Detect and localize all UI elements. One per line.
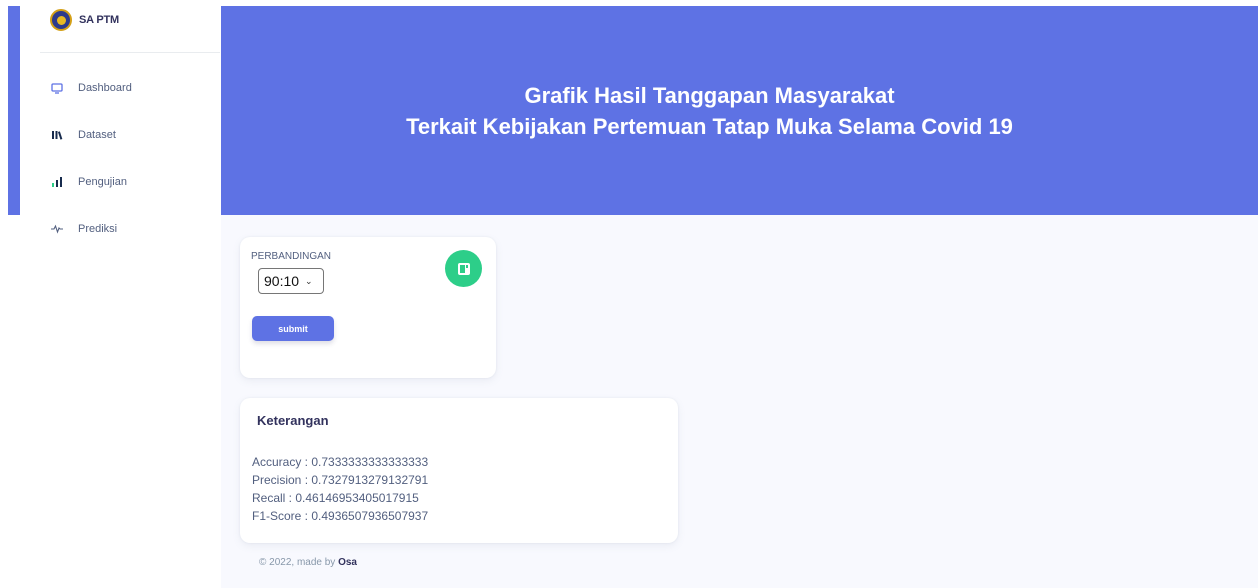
recall-value: Recall : 0.46146953405017915: [252, 491, 419, 505]
footer: © 2022, made by Osa: [259, 557, 357, 568]
page-header: Grafik Hasil Tanggapan Masyarakat Terkai…: [221, 6, 1258, 215]
bar-chart-icon: [50, 177, 64, 187]
ratio-select-value: 90:10: [264, 273, 300, 289]
brand-name: SA PTM: [79, 14, 119, 26]
sidebar-item-label: Dataset: [78, 129, 116, 141]
document-icon: [445, 250, 482, 287]
precision-value: Precision : 0.7327913279132791: [252, 473, 429, 487]
comparison-label: PERBANDINGAN: [251, 251, 332, 262]
brand[interactable]: SA PTM: [50, 9, 119, 31]
comparison-form-card: PERBANDINGAN 90:10 ⌄ submit: [240, 237, 496, 378]
sidebar-nav: Dashboard Dataset Pengujian Prediksi: [20, 78, 221, 266]
ratio-select[interactable]: 90:10 ⌄: [258, 268, 324, 294]
main-content: PERBANDINGAN 90:10 ⌄ submit Keterangan A…: [221, 215, 1258, 588]
page-title: Grafik Hasil Tanggapan Masyarakat Terkai…: [221, 80, 1258, 142]
metrics-list: Accuracy : 0.7333333333333333 Precision …: [252, 453, 428, 525]
sidebar-item-dataset[interactable]: Dataset: [20, 125, 221, 145]
sidebar-item-prediksi[interactable]: Prediksi: [20, 219, 221, 239]
footer-author[interactable]: Osa: [338, 557, 357, 568]
footer-copyright: © 2022, made by: [259, 557, 336, 568]
chevron-down-icon: ⌄: [305, 275, 313, 286]
page-title-line-1: Grafik Hasil Tanggapan Masyarakat: [524, 83, 895, 108]
f1-score-value: F1-Score : 0.4936507936507937: [252, 509, 429, 523]
sidebar-divider: [40, 52, 220, 53]
books-icon: [50, 130, 64, 140]
sidebar-item-label: Prediksi: [78, 223, 118, 235]
sidebar-item-pengujian[interactable]: Pengujian: [20, 172, 221, 192]
pulse-icon: [50, 224, 64, 234]
keterangan-card: Keterangan Accuracy : 0.7333333333333333…: [240, 398, 678, 543]
university-seal-icon: [50, 9, 72, 31]
page-title-line-2: Terkait Kebijakan Pertemuan Tatap Muka S…: [406, 114, 1013, 139]
keterangan-title: Keterangan: [257, 413, 329, 428]
sidebar-item-label: Dashboard: [78, 82, 132, 94]
sidebar-item-label: Pengujian: [78, 176, 127, 188]
accuracy-value: Accuracy : 0.7333333333333333: [252, 455, 429, 469]
sidebar-item-dashboard[interactable]: Dashboard: [20, 78, 221, 98]
submit-button[interactable]: submit: [252, 316, 334, 341]
sidebar: SA PTM Dashboard Dataset Pengujian Predi: [20, 0, 222, 588]
window-edge-strip: [8, 0, 20, 215]
top-cropped-strip: [0, 0, 1258, 6]
monitor-icon: [50, 82, 64, 94]
